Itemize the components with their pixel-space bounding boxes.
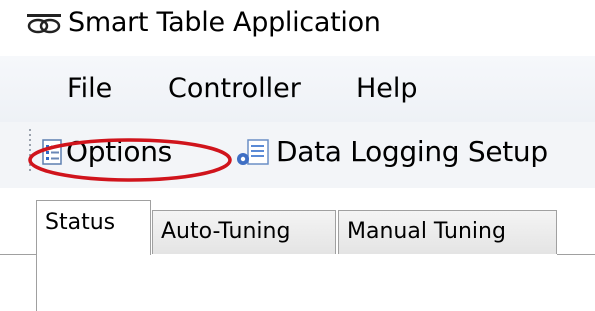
tab-baseline-left <box>0 254 36 255</box>
window-title: Smart Table Application <box>68 7 381 38</box>
toolbar: Options Data Logging Setup <box>0 122 595 188</box>
tab-auto-tuning[interactable]: Auto-Tuning <box>152 210 336 254</box>
options-label: Options <box>66 135 172 168</box>
tab-strip: Status Auto-Tuning Manual Tuning <box>0 188 595 311</box>
options-list-icon <box>42 139 62 165</box>
tab-manual-tuning[interactable]: Manual Tuning <box>338 210 557 254</box>
menu-controller[interactable]: Controller <box>168 56 301 122</box>
tab-panel-border <box>36 254 37 311</box>
toolbar-grip[interactable] <box>29 129 32 173</box>
data-logging-icon <box>237 139 269 165</box>
menu-help[interactable]: Help <box>356 56 418 122</box>
data-logging-setup-label: Data Logging Setup <box>276 135 548 168</box>
tab-baseline-right <box>557 254 595 255</box>
menu-file[interactable]: File <box>67 56 112 122</box>
title-bar: Smart Table Application <box>0 0 595 56</box>
tab-status[interactable]: Status <box>36 200 151 255</box>
app-logo-icon <box>27 14 61 34</box>
options-button[interactable]: Options <box>42 128 172 176</box>
menu-bar: File Controller Help <box>0 56 595 122</box>
data-logging-setup-button[interactable]: Data Logging Setup <box>234 128 548 176</box>
